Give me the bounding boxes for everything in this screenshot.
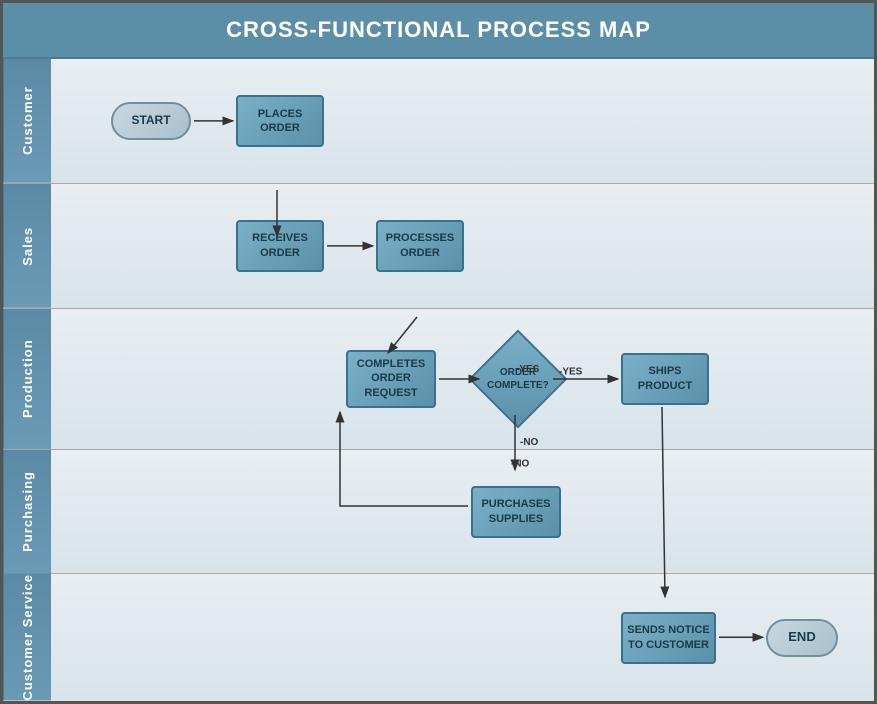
lane-customer-service: Customer Service SENDS NOTICE TO CUSTOME… xyxy=(3,574,874,701)
lane-content-customer: START PLACES ORDER xyxy=(51,59,874,183)
places-order-node: PLACES ORDER xyxy=(236,95,324,147)
lane-content-production: COMPLETES ORDER REQUEST ORDER COMPLETE? … xyxy=(51,309,874,449)
ships-product-node: SHIPS PRODUCT xyxy=(621,353,709,405)
diagram-title: CROSS-FUNCTIONAL PROCESS MAP xyxy=(3,3,874,59)
completes-request-node: COMPLETES ORDER REQUEST xyxy=(346,350,436,408)
order-complete-node: ORDER COMPLETE? xyxy=(469,329,568,428)
lane-content-sales: RECEIVES ORDER PROCESSES ORDER xyxy=(51,184,874,308)
lane-label-production: Production xyxy=(3,309,51,449)
diagram-area: Customer START PLACES ORDER xyxy=(3,59,874,701)
lane-sales: Sales RECEIVES ORDER PROCESSES ORDER xyxy=(3,184,874,309)
lane-content-purchasing: PURCHASES SUPPLIES -NO xyxy=(51,450,874,574)
purchasing-svg: -NO xyxy=(51,450,874,574)
lane-content-customer-service: SENDS NOTICE TO CUSTOMER END xyxy=(51,574,874,701)
receives-order-node: RECEIVES ORDER xyxy=(236,220,324,272)
lane-customer: Customer START PLACES ORDER xyxy=(3,59,874,184)
end-node: END xyxy=(766,619,838,657)
diagram-container: CROSS-FUNCTIONAL PROCESS MAP Customer ST… xyxy=(0,0,877,704)
lane-label-customer-service: Customer Service xyxy=(3,574,51,701)
production-svg: -YES xyxy=(51,309,874,449)
sends-notice-node: SENDS NOTICE TO CUSTOMER xyxy=(621,612,716,664)
lane-label-customer: Customer xyxy=(3,59,51,183)
no-label: -NO xyxy=(511,458,530,469)
lane-label-purchasing: Purchasing xyxy=(3,450,51,574)
processes-order-node: PROCESSES ORDER xyxy=(376,220,464,272)
lanes-container: Customer START PLACES ORDER xyxy=(3,59,874,701)
purchases-supplies-node: PURCHASES SUPPLIES xyxy=(471,486,561,538)
lane-production: Production COMPLETES ORDER REQUEST ORDER… xyxy=(3,309,874,450)
lane-purchasing: Purchasing PURCHASES SUPPLIES -NO xyxy=(3,450,874,575)
start-node: START xyxy=(111,102,191,140)
customer-service-svg xyxy=(51,574,874,701)
lane-label-sales: Sales xyxy=(3,184,51,308)
